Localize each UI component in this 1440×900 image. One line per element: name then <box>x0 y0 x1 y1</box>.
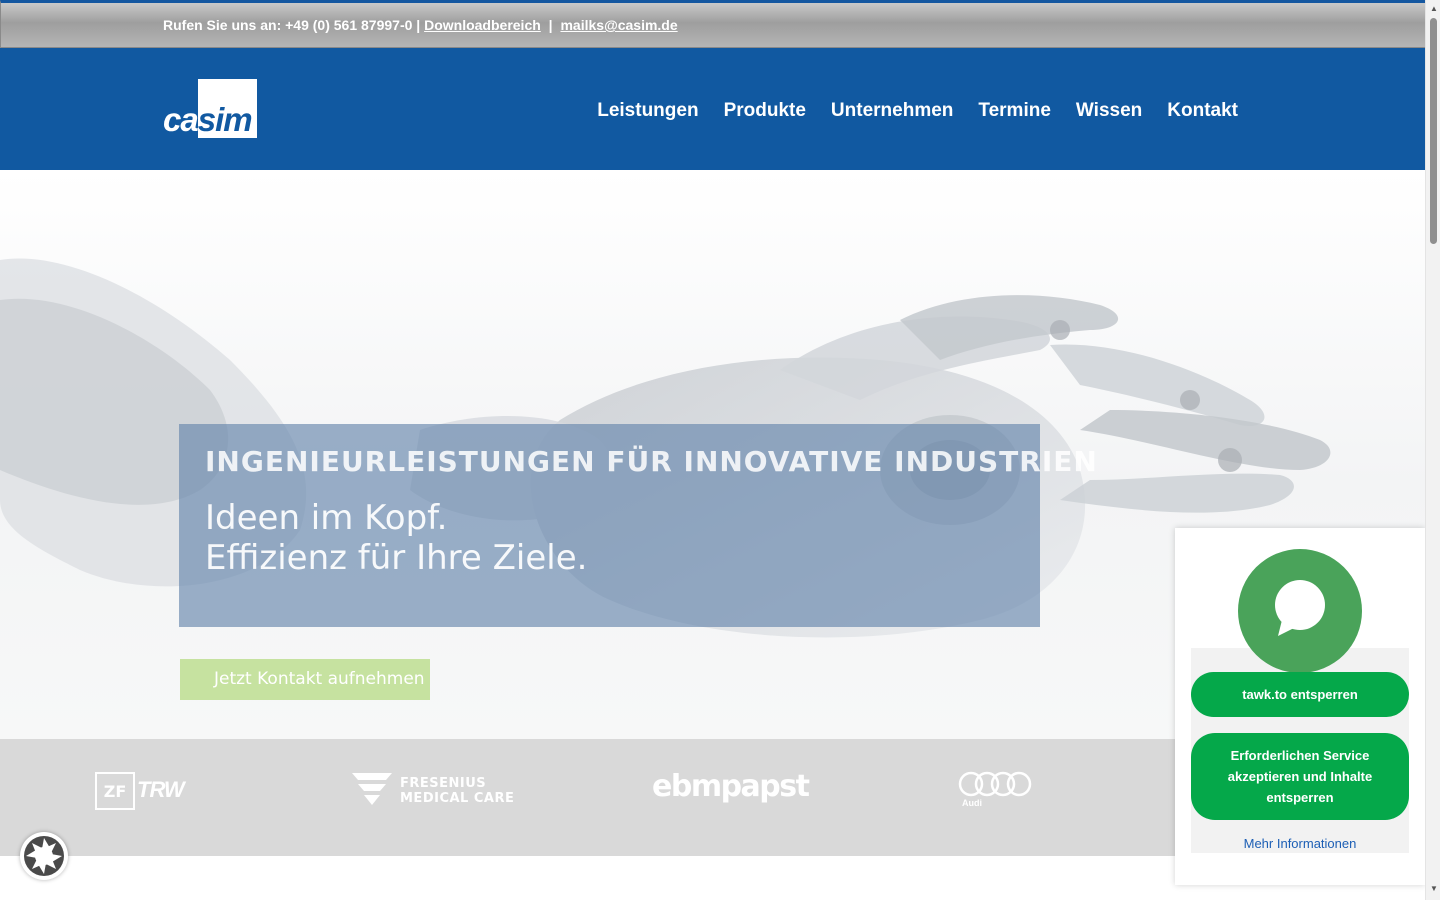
nav-unternehmen[interactable]: Unternehmen <box>831 100 953 122</box>
main-nav: Leistungen Produkte Unternehmen Termine … <box>597 100 1238 122</box>
cookie-settings-button[interactable] <box>20 832 68 880</box>
logo-wordmark: casim <box>163 101 253 138</box>
site-header: casim Leistungen Produkte Unternehmen Te… <box>0 48 1425 170</box>
chat-icon[interactable] <box>1238 549 1362 673</box>
tawk-unlock-button[interactable]: tawk.to entsperren <box>1191 672 1409 717</box>
audi-rings-icon <box>958 771 1032 797</box>
trw-text: TRW <box>137 777 185 802</box>
fresenius-emblem-icon <box>352 773 392 805</box>
email-link[interactable]: mailks@casim.de <box>560 17 677 33</box>
nav-termine[interactable]: Termine <box>978 100 1051 122</box>
nav-produkte[interactable]: Produkte <box>724 100 806 122</box>
separator: | <box>548 17 553 33</box>
zf-emblem-icon: ZF <box>95 772 135 810</box>
scroll-down-arrow-icon[interactable]: ▼ <box>1430 884 1438 893</box>
scroll-thumb[interactable] <box>1430 18 1437 244</box>
page-scrollbar[interactable]: ▲ ▼ <box>1425 0 1440 900</box>
audi-logo: Audi <box>958 770 1034 808</box>
more-info-link[interactable]: Mehr Informationen <box>1175 836 1425 851</box>
hero-kicker: INGENIEURLEISTUNGEN FÜR INNOVATIVE INDUS… <box>205 445 1098 478</box>
fresenius-text: FRESENIUS MEDICAL CARE <box>400 776 515 806</box>
hero-headline-line2: Effizienz für Ihre Ziele. <box>205 538 588 578</box>
top-contact-info: Rufen Sie uns an: +49 (0) 561 87997-0 | … <box>163 17 678 33</box>
contact-cta-button[interactable]: Jetzt Kontakt aufnehmen <box>180 659 430 700</box>
casim-logo[interactable]: casim <box>163 79 258 139</box>
ebmpapst-logo: ebmpapst <box>652 769 810 804</box>
fresenius-logo: FRESENIUS MEDICAL CARE <box>350 771 514 812</box>
shutter-icon <box>24 836 64 876</box>
nav-kontakt[interactable]: Kontakt <box>1167 100 1238 122</box>
download-area-link[interactable]: Downloadbereich <box>424 17 541 33</box>
hero-headline-line1: Ideen im Kopf. <box>205 498 448 538</box>
zf-trw-logo: ZF TRW <box>95 772 185 815</box>
chat-consent-popup: tawk.to entsperren Erforderlichen Servic… <box>1175 528 1425 885</box>
svg-text:ZF: ZF <box>104 782 127 801</box>
top-contact-bar: Rufen Sie uns an: +49 (0) 561 87997-0 | … <box>0 0 1425 48</box>
nav-wissen[interactable]: Wissen <box>1076 100 1142 122</box>
chat-bubble-icon <box>1275 580 1325 636</box>
scroll-up-arrow-icon[interactable]: ▲ <box>1430 4 1438 13</box>
nav-leistungen[interactable]: Leistungen <box>597 100 698 122</box>
phone-text: Rufen Sie uns an: +49 (0) 561 87997-0 | <box>163 17 421 33</box>
accept-service-button[interactable]: Erforderlichen Service akzeptieren und I… <box>1191 733 1409 820</box>
audi-text: Audi <box>962 798 982 808</box>
